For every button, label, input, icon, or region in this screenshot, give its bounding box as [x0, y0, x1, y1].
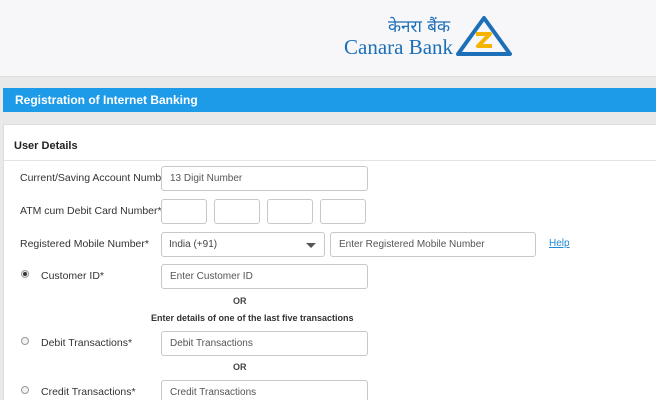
credit-transactions-label: Credit Transactions* — [41, 386, 136, 398]
canara-bank-logo: केनरा बैंक Canara Bank — [344, 14, 514, 60]
card-number-part-2-input[interactable] — [214, 199, 260, 224]
header: केनरा बैंक Canara Bank — [0, 0, 656, 77]
customer-id-radio[interactable] — [21, 270, 29, 278]
user-details-panel: User Details Current/Saving Account Numb… — [3, 124, 656, 400]
country-code-select[interactable]: India (+91) — [161, 232, 325, 257]
account-number-input[interactable]: 13 Digit Number — [161, 166, 368, 191]
chevron-down-icon — [306, 243, 316, 248]
debit-transactions-input[interactable]: Debit Transactions — [161, 331, 368, 356]
credit-transactions-radio[interactable] — [21, 386, 29, 394]
mobile-number-label: Registered Mobile Number* — [20, 238, 149, 250]
mobile-number-input[interactable]: Enter Registered Mobile Number — [330, 232, 536, 257]
card-number-label: ATM cum Debit Card Number* — [20, 205, 162, 217]
account-number-label: Current/Saving Account Number* — [20, 172, 175, 184]
credit-transactions-input[interactable]: Credit Transactions — [161, 380, 368, 400]
card-number-part-4-input[interactable] — [320, 199, 366, 224]
logo-text: Canara Bank — [344, 35, 454, 59]
logo-hindi-text: केनरा बैंक — [388, 17, 451, 37]
card-number-part-3-input[interactable] — [267, 199, 313, 224]
customer-id-label: Customer ID* — [41, 270, 105, 282]
debit-transactions-label: Debit Transactions* — [41, 337, 133, 349]
or-separator: OR — [233, 296, 247, 306]
card-number-part-1-input[interactable] — [161, 199, 207, 224]
debit-transactions-radio[interactable] — [21, 337, 29, 345]
country-code-value: India (+91) — [169, 239, 218, 250]
transactions-hint: Enter details of one of the last five tr… — [151, 313, 354, 323]
section-title: User Details — [14, 140, 78, 152]
or-separator: OR — [233, 362, 247, 372]
section-divider — [4, 160, 656, 161]
canara-bank-logo-icon — [456, 16, 512, 56]
customer-id-input[interactable]: Enter Customer ID — [161, 264, 368, 289]
page-title-bar: Registration of Internet Banking — [3, 88, 656, 112]
help-link[interactable]: Help — [549, 238, 570, 249]
